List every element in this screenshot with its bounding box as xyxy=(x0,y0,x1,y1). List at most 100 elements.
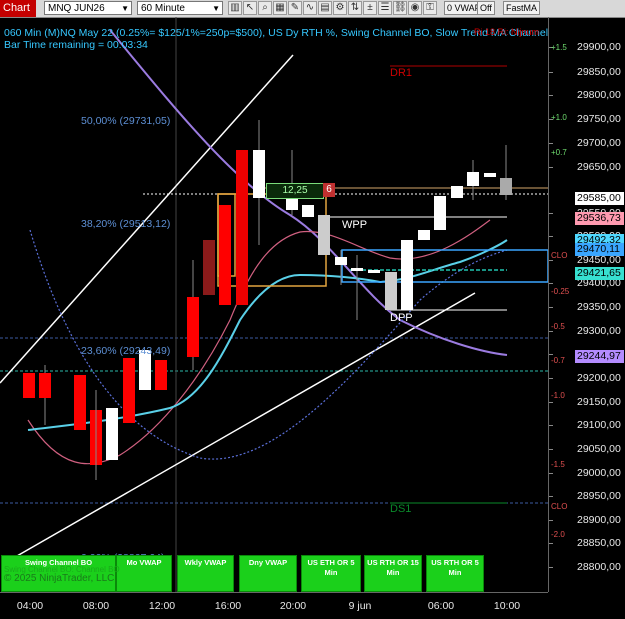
candle xyxy=(203,240,215,295)
lock-icon[interactable]: ⚿ xyxy=(423,1,437,15)
zoom-icon[interactable]: ± xyxy=(363,1,377,15)
candle xyxy=(187,297,199,357)
fib-label-23: 23,60% (29243,49) xyxy=(81,345,171,357)
price-tick-label: 29150,00 xyxy=(577,396,621,408)
price-tick-label: 28950,00 xyxy=(577,490,621,502)
price-tick-label: 28800,00 xyxy=(577,561,621,573)
interval-selector[interactable]: 60 Minute ▼ xyxy=(137,1,223,15)
clo-label: CLO xyxy=(551,251,568,260)
chart-header-line2: Bar Time remaining = 00:03:34 xyxy=(4,39,148,51)
price-tick-mark xyxy=(549,543,553,544)
price-tick-label: 29350,00 xyxy=(577,301,621,313)
time-tick-label: 20:00 xyxy=(279,600,307,612)
price-tick-mark xyxy=(549,449,553,450)
us-rth-or-5-button[interactable]: US RTH OR 5 Min xyxy=(426,555,484,592)
properties-icon[interactable]: ⚙ xyxy=(333,1,347,15)
time-tick-label: 06:00 xyxy=(427,600,455,612)
strategies-icon[interactable]: ▤ xyxy=(318,1,332,15)
snapshot-icon[interactable]: ◉ xyxy=(408,1,422,15)
price-tick-label: 29900,00 xyxy=(577,41,621,53)
dpp-label: DPP xyxy=(390,312,413,324)
cursor-icon[interactable]: ↖ xyxy=(243,1,257,15)
wpp-label: WPP xyxy=(342,219,368,231)
indicators-icon[interactable]: ∿ xyxy=(303,1,317,15)
interval-value: 60 Minute xyxy=(141,3,185,14)
wkly-vwap-label: Wkly VWAP xyxy=(184,558,227,567)
us-rth-or-5-label: US RTH OR 5 Min xyxy=(431,558,479,577)
price-tick-mark xyxy=(549,283,553,284)
price-chart xyxy=(0,17,548,592)
price-tick-label: 29300,00 xyxy=(577,325,621,337)
time-tick-label: 08:00 xyxy=(82,600,110,612)
price-tick-mark xyxy=(549,567,553,568)
price-tick-mark xyxy=(549,143,553,144)
chevron-down-icon: ▼ xyxy=(121,4,129,13)
instrument-selector[interactable]: MNQ JUN26 ▼ xyxy=(44,1,132,15)
candle xyxy=(451,186,463,198)
us-rth-or-15-label: US RTH OR 15 Min xyxy=(367,558,419,577)
candle xyxy=(318,215,330,255)
candle xyxy=(351,268,363,271)
wkly-vwap-button[interactable]: Wkly VWAP xyxy=(177,555,234,592)
chart-trader-icon[interactable]: ⇅ xyxy=(348,1,362,15)
candle xyxy=(467,172,479,186)
price-tick-mark xyxy=(549,236,553,237)
mo-vwap-button[interactable]: Mo VWAP xyxy=(116,555,172,592)
candle xyxy=(106,408,118,460)
time-tick-label: 12:00 xyxy=(148,600,176,612)
price-tick-mark xyxy=(549,95,553,96)
fib-label-38: 38,20% (29513,12) xyxy=(81,218,171,230)
draw-tools-icon[interactable]: ✎ xyxy=(288,1,302,15)
percent-tick-label: -0.25 xyxy=(551,287,570,296)
search-icon[interactable]: ⌕ xyxy=(258,1,272,15)
off-toggle[interactable]: Off xyxy=(477,1,495,15)
price-tick-mark xyxy=(549,307,553,308)
us-eth-or-5-button[interactable]: US ETH OR 5 Min xyxy=(301,555,361,592)
candle xyxy=(236,150,248,305)
grid-icon[interactable]: ▦ xyxy=(273,1,287,15)
us-rth-or-15-button[interactable]: US RTH OR 15 Min xyxy=(364,555,422,592)
price-tick-mark xyxy=(549,354,553,355)
price-tag: 29585,00 xyxy=(575,192,624,205)
price-tag: 29244,97 xyxy=(575,350,624,363)
candle xyxy=(74,375,86,430)
price-tick-label: 29800,00 xyxy=(577,89,621,101)
price-tag: 29536,73 xyxy=(575,212,624,225)
candle xyxy=(335,257,347,265)
candle xyxy=(219,205,231,305)
chart-tab[interactable]: Chart xyxy=(0,0,36,17)
price-tag: 29421,65 xyxy=(575,267,624,280)
percent-tick-label: +1.0 xyxy=(551,113,567,122)
clo-label: CLO xyxy=(551,502,568,511)
time-axis[interactable]: 04:00 08:00 12:00 16:00 20:00 9 jun 06:00 10:00 xyxy=(0,592,548,619)
price-tick-mark xyxy=(549,496,553,497)
indicator-status-red: Ri 18 Ri: Nijnum xyxy=(474,27,540,37)
percent-tick-label: +1.5 xyxy=(551,43,567,52)
price-tick-mark xyxy=(549,260,553,261)
price-tick-label: 29650,00 xyxy=(577,161,621,173)
price-tick-mark xyxy=(549,402,553,403)
percent-tick-label: +0.7 xyxy=(551,148,567,157)
price-axis[interactable]: 29900,00 29850,00 29800,00 29750,00 29700,00… xyxy=(548,17,625,592)
chart-panel[interactable]: 50,00% (29731,05) 38,20% (29513,12) 23,6… xyxy=(0,17,548,592)
templates-icon[interactable]: ☰ xyxy=(378,1,392,15)
fastma-button[interactable]: FastMA xyxy=(503,1,541,15)
price-tick-mark xyxy=(549,473,553,474)
dny-vwap-button[interactable]: Dny VWAP xyxy=(239,555,297,592)
price-tick-mark xyxy=(549,72,553,73)
candle xyxy=(155,360,167,390)
percent-tick-label: -1.0 xyxy=(551,391,565,400)
candle xyxy=(39,373,51,398)
time-tick-label: 10:00 xyxy=(493,600,521,612)
price-tick-label: 28900,00 xyxy=(577,514,621,526)
range-count-badge: 6 xyxy=(323,183,335,197)
window-link-icon[interactable]: ⛓ xyxy=(393,1,407,15)
price-tick-mark xyxy=(549,331,553,332)
price-tick-mark xyxy=(549,167,553,168)
price-tick-label: 29700,00 xyxy=(577,137,621,149)
copyright-text: © 2025 NinjaTrader, LLC xyxy=(4,573,115,584)
mo-vwap-label: Mo VWAP xyxy=(126,558,162,567)
bar-style-icon[interactable]: ▥ xyxy=(228,1,242,15)
candle xyxy=(434,196,446,230)
candle xyxy=(368,270,380,273)
